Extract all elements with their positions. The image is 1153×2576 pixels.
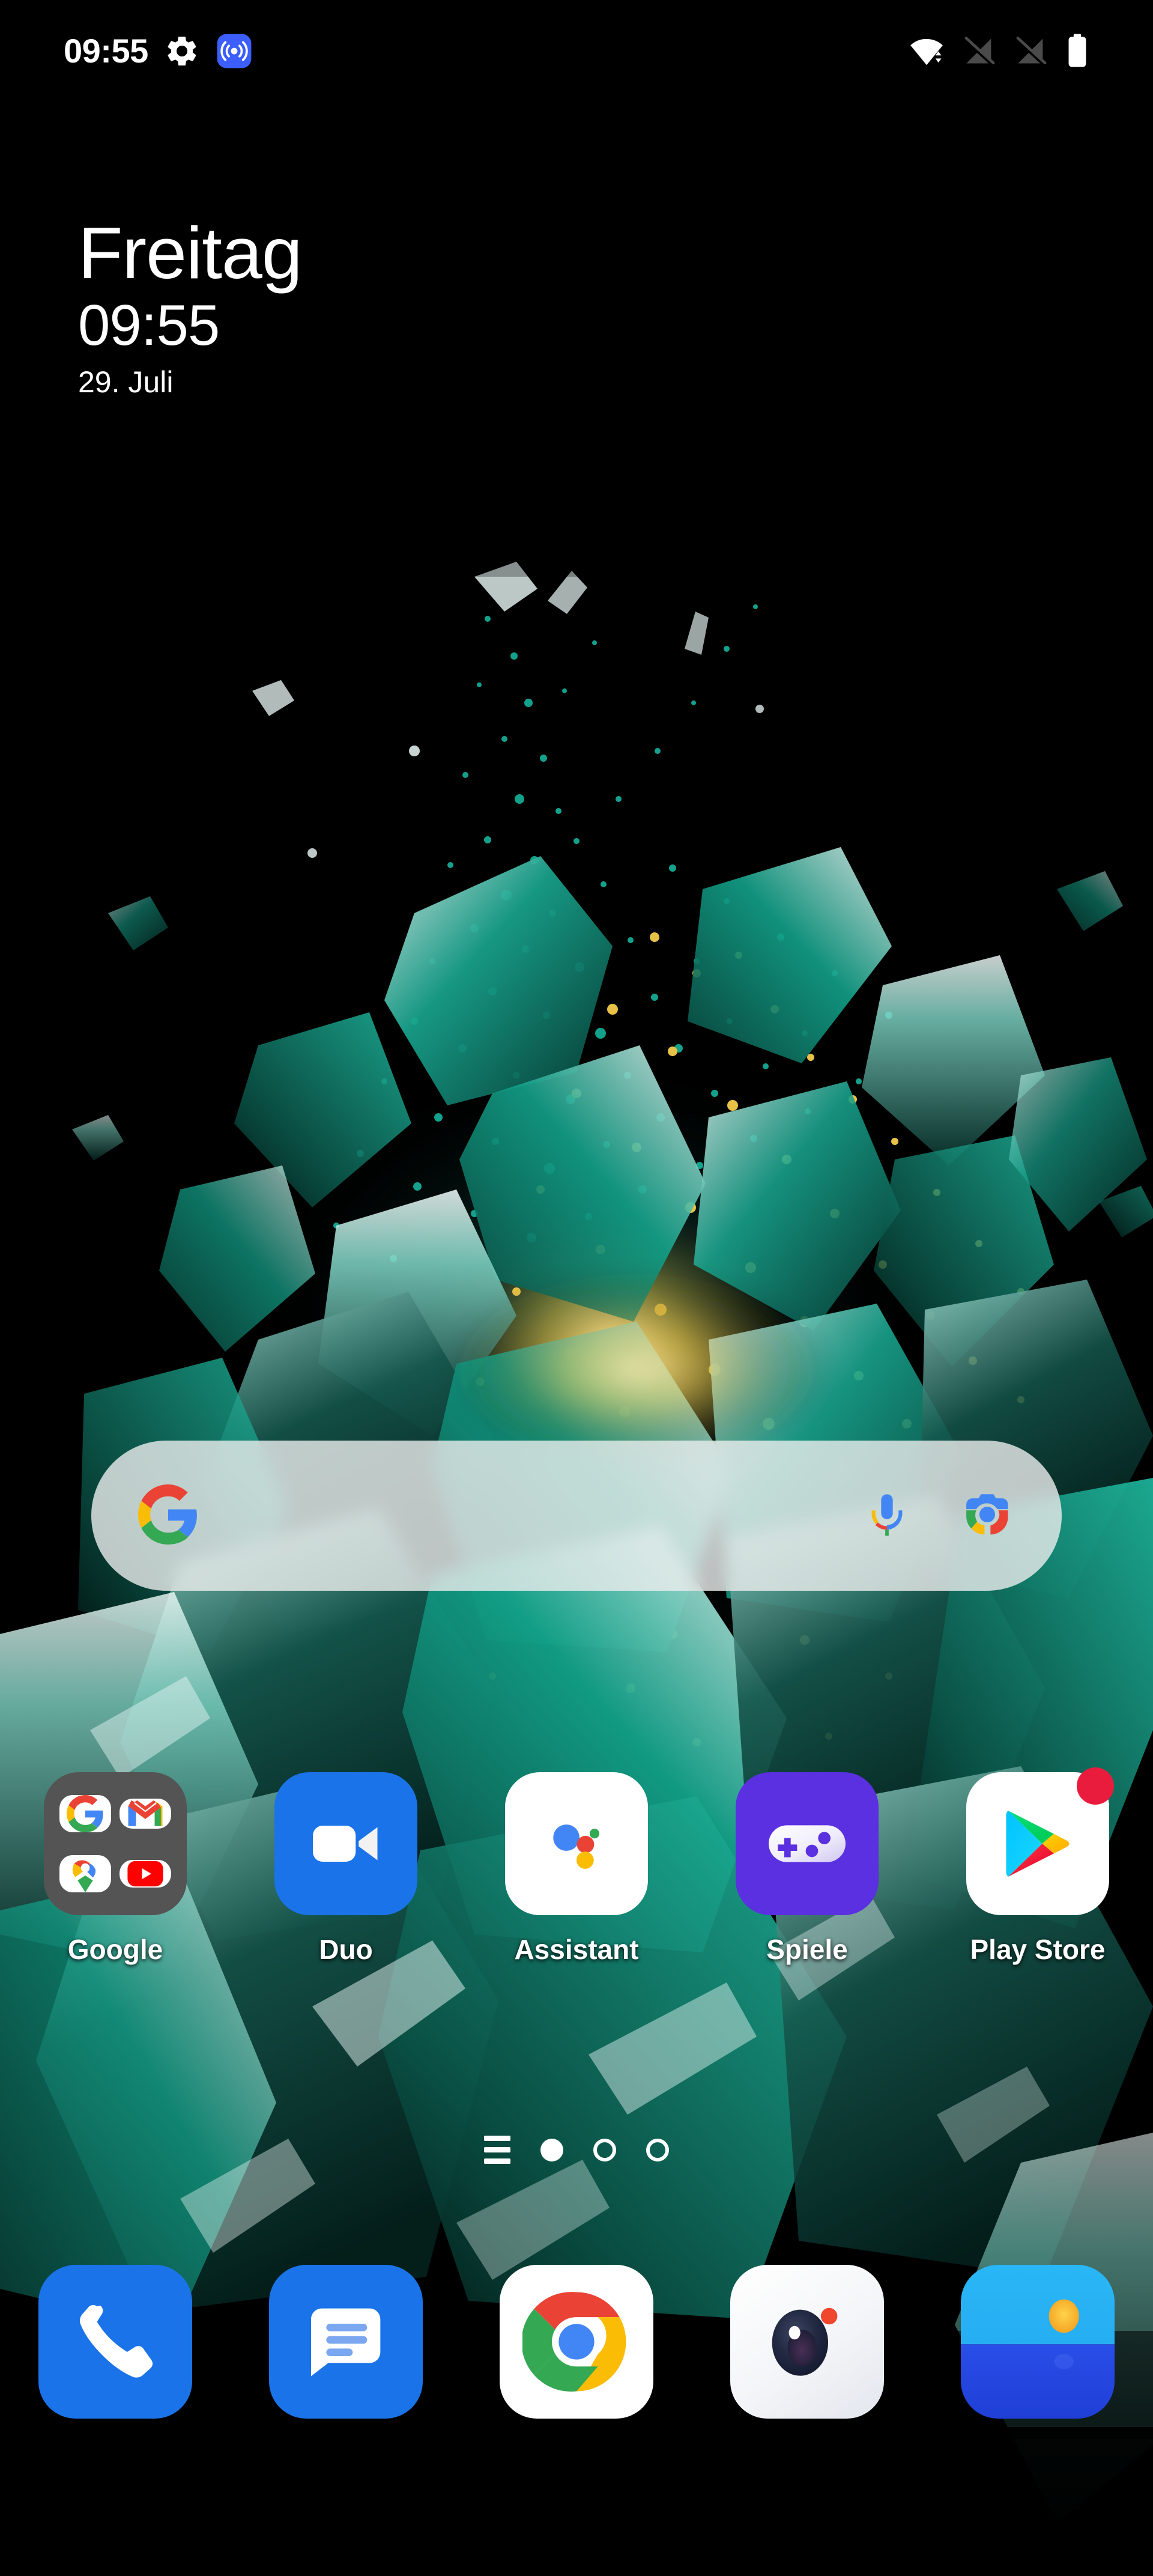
app-label: Assistant [514, 1934, 639, 1965]
dock-item-phone[interactable] [0, 2265, 231, 2419]
page-dot-2[interactable] [593, 2138, 616, 2161]
no-sim-signal-icon-2 [1014, 34, 1049, 68]
google-folder-icon[interactable] [44, 1772, 187, 1915]
dock-item-gallery[interactable] [922, 2265, 1153, 2419]
battery-full-icon [1065, 32, 1089, 70]
android-home-screen: 09:55 Freitag 09:55 29. Juli Google Duo … [0, 0, 1153, 2576]
duo-video-camera-icon[interactable] [274, 1772, 417, 1915]
folder-app-google [59, 1795, 111, 1832]
app-item-google-folder[interactable]: Google [0, 1772, 231, 1966]
hotspot-icon [216, 32, 253, 70]
page-dot-1[interactable] [540, 2138, 563, 2161]
dock-item-chrome[interactable] [461, 2265, 692, 2419]
notification-badge [1077, 1767, 1114, 1805]
status-bar-left: 09:55 [0, 32, 253, 70]
clock-widget-date: 29. Juli [78, 365, 174, 399]
page-dot-3[interactable] [646, 2138, 669, 2161]
app-label: Play Store [970, 1934, 1106, 1965]
app-item-spiele[interactable]: Spiele [692, 1772, 922, 1966]
clock-widget-time: 09:55 [78, 293, 220, 357]
folder-app-maps [59, 1855, 111, 1892]
google-lens-camera-icon[interactable] [960, 1487, 1015, 1545]
google-g-icon [138, 1484, 198, 1548]
app-label: Spiele [766, 1934, 848, 1965]
app-item-play-store[interactable]: Play Store [922, 1767, 1153, 1966]
dock-item-camera[interactable] [692, 2265, 922, 2419]
microphone-icon[interactable] [861, 1489, 913, 1543]
gallery-sun-icon[interactable] [961, 2265, 1115, 2419]
camera-lens-icon[interactable] [730, 2265, 884, 2419]
page-indicator [0, 2136, 1153, 2164]
folder-app-youtube [120, 1860, 171, 1888]
wifi-icon [908, 32, 945, 70]
discover-lines-icon[interactable] [484, 2136, 510, 2164]
clock-widget-day: Freitag [78, 212, 303, 294]
no-sim-signal-icon-1 [962, 34, 997, 68]
app-label: Google [67, 1934, 163, 1965]
status-bar[interactable]: 09:55 [0, 0, 1153, 102]
app-item-duo[interactable]: Duo [231, 1772, 461, 1966]
chrome-icon[interactable] [500, 2265, 653, 2419]
dock-item-messages[interactable] [231, 2265, 461, 2419]
phone-handset-icon[interactable] [38, 2265, 192, 2419]
messages-bubble-icon[interactable] [269, 2265, 423, 2419]
dock [0, 2265, 1153, 2419]
status-bar-right [908, 32, 1153, 70]
status-bar-clock: 09:55 [64, 32, 148, 70]
google-search-bar[interactable] [91, 1441, 1062, 1591]
app-label: Duo [319, 1934, 373, 1965]
folder-app-gmail [120, 1799, 171, 1829]
app-item-assistant[interactable]: Assistant [461, 1772, 692, 1966]
play-games-gamepad-icon[interactable] [736, 1772, 879, 1915]
app-grid: Google Duo Assistant Spiele Play Store [0, 1767, 1153, 1966]
clock-widget[interactable]: Freitag 09:55 29. Juli [78, 212, 303, 402]
settings-gear-icon [164, 33, 200, 69]
google-assistant-dots-icon[interactable] [505, 1772, 648, 1915]
